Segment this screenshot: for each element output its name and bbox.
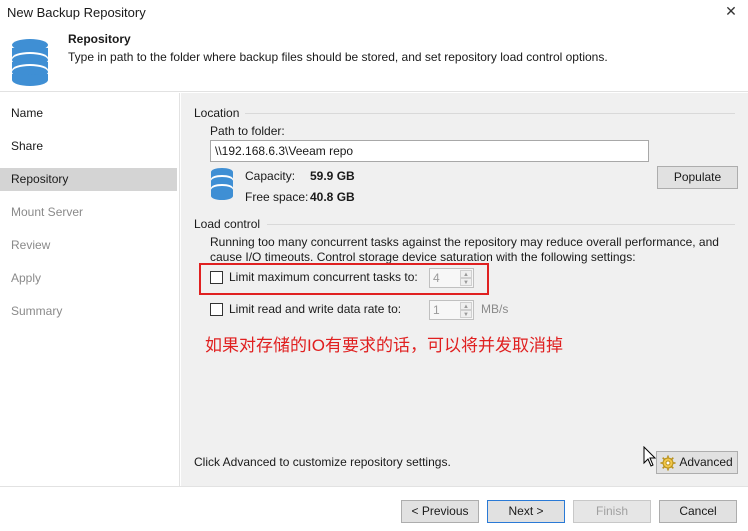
gear-icon xyxy=(660,455,676,471)
finish-button[interactable]: Finish xyxy=(573,500,651,523)
sidebar-item-summary[interactable]: Summary xyxy=(0,300,177,323)
advanced-button-label: Advanced xyxy=(679,455,733,469)
cancel-button[interactable]: Cancel xyxy=(659,500,737,523)
wizard-header: Repository Type in path to the folder wh… xyxy=(0,26,748,92)
annotation-text: 如果对存储的IO有要求的话，可以将并发取消掉 xyxy=(205,336,563,355)
window-title: New Backup Repository xyxy=(7,5,146,20)
sidebar-item-review[interactable]: Review xyxy=(0,234,177,257)
spinner-up-icon[interactable]: ▲ xyxy=(460,302,472,310)
limit-rate-label: Limit read and write data rate to: xyxy=(229,302,402,316)
limit-rate-spinner[interactable]: 1 ▲ ▼ xyxy=(429,300,474,320)
previous-button[interactable]: < Previous xyxy=(401,500,479,523)
path-label: Path to folder: xyxy=(210,124,285,138)
limit-rate-value: 1 xyxy=(433,303,440,317)
sidebar-item-apply[interactable]: Apply xyxy=(0,267,177,290)
sidebar-item-share[interactable]: Share xyxy=(0,135,177,158)
sidebar-item-mount-server[interactable]: Mount Server xyxy=(0,201,177,224)
free-space-label: Free space: xyxy=(245,190,309,204)
free-space-value: 40.8 GB xyxy=(310,190,355,204)
sidebar-item-repository[interactable]: Repository xyxy=(0,168,177,191)
highlight-annotation-box xyxy=(199,263,489,295)
header-title: Repository xyxy=(68,32,131,46)
location-group-label: Location xyxy=(194,106,240,120)
storage-icon xyxy=(211,168,233,200)
path-input[interactable] xyxy=(210,140,649,162)
location-divider xyxy=(245,113,735,114)
header-description: Type in path to the folder where backup … xyxy=(68,50,608,64)
load-control-group-label: Load control xyxy=(194,217,261,231)
capacity-label: Capacity: xyxy=(245,169,296,183)
limit-rate-checkbox[interactable] xyxy=(210,303,223,316)
rate-unit-label: MB/s xyxy=(481,302,509,316)
mouse-cursor-icon xyxy=(643,446,657,467)
advanced-button[interactable]: Advanced xyxy=(656,451,738,474)
sidebar-item-name[interactable]: Name xyxy=(0,102,177,125)
wizard-button-bar: < Previous Next > Finish Cancel xyxy=(0,486,748,531)
database-icon xyxy=(12,39,48,86)
title-bar: New Backup Repository ✕ xyxy=(0,0,748,26)
capacity-value: 59.9 GB xyxy=(310,169,355,183)
wizard-steps-sidebar: Name Share Repository Mount Server Revie… xyxy=(0,93,180,486)
populate-button[interactable]: Populate xyxy=(657,166,738,189)
main-panel: Location Path to folder: Capacity: 59.9 … xyxy=(181,93,748,486)
advanced-hint-text: Click Advanced to customize repository s… xyxy=(194,455,451,469)
spinner-down-icon[interactable]: ▼ xyxy=(460,310,472,318)
close-icon[interactable]: ✕ xyxy=(722,2,740,20)
load-control-divider xyxy=(267,224,735,225)
load-control-description: Running too many concurrent tasks agains… xyxy=(210,235,719,264)
next-button[interactable]: Next > xyxy=(487,500,565,523)
